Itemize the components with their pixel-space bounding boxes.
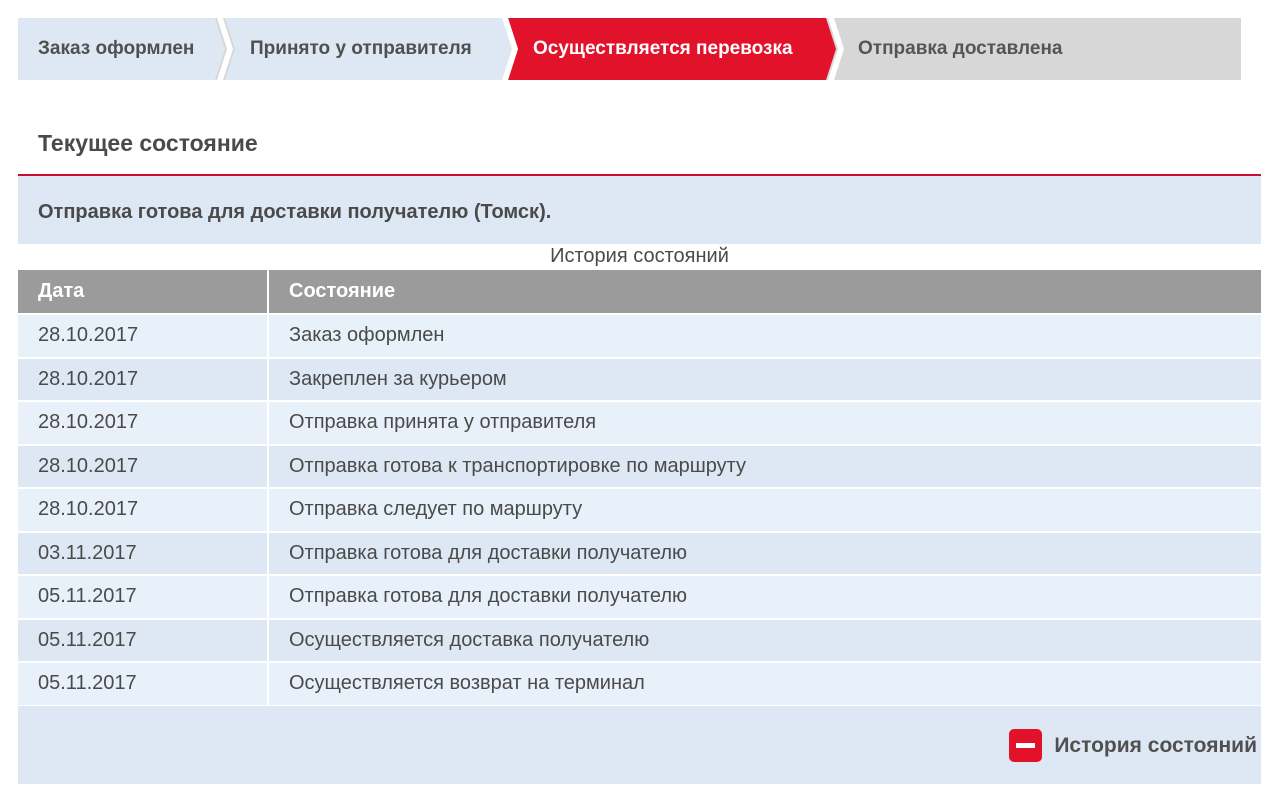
- row-date: 05.11.2017: [18, 619, 269, 661]
- table-row: 28.10.2017 Отправка принята у отправител…: [18, 402, 1261, 444]
- table-row: 28.10.2017 Заказ оформлен: [18, 315, 1261, 357]
- step-label: Заказ оформлен: [38, 38, 195, 59]
- row-date: 05.11.2017: [18, 576, 269, 618]
- step-delivered: Отправка доставлена: [834, 18, 1241, 80]
- table-row: 05.11.2017 Осуществляется доставка получ…: [18, 619, 1261, 661]
- current-state-box: Отправка готова для доставки получателю …: [18, 174, 1261, 244]
- step-order-placed: Заказ оформлен: [18, 18, 225, 80]
- history-table: Дата Состояние 28.10.2017 Заказ оформлен…: [18, 270, 1261, 705]
- row-state: Отправка готова для доставки получателю: [289, 541, 687, 564]
- row-state: Отправка принята у отправителя: [289, 411, 597, 434]
- step-label: Отправка доставлена: [858, 38, 1063, 59]
- current-state-title: Текущее состояние: [38, 130, 258, 156]
- minus-icon[interactable]: [1009, 729, 1043, 762]
- row-date: 03.11.2017: [18, 532, 269, 574]
- row-state: Отправка готова к транспортировке по мар…: [289, 454, 747, 477]
- row-state: Заказ оформлен: [289, 324, 445, 347]
- header-date: Дата: [18, 270, 269, 313]
- history-toggle-label[interactable]: История состояний: [1054, 734, 1257, 758]
- current-state-text: Отправка готова для доставки получателю …: [38, 201, 552, 223]
- row-state: Закреплен за курьером: [289, 367, 507, 390]
- row-date: 28.10.2017: [18, 358, 269, 400]
- table-row: 28.10.2017 Отправка следует по маршруту: [18, 489, 1261, 531]
- step-in-transit: Осуществляется перевозка: [508, 18, 836, 80]
- row-state: Осуществляется возврат на терминал: [289, 672, 645, 695]
- step-label: Осуществляется перевозка: [533, 38, 793, 59]
- step-label: Принято у отправителя: [250, 38, 472, 59]
- table-row: 28.10.2017 Отправка готова к транспортир…: [18, 445, 1261, 487]
- history-toggle-button[interactable]: История состояний: [1009, 729, 1257, 762]
- row-state: Отправка готова для доставки получателю: [289, 585, 687, 608]
- row-date: 28.10.2017: [18, 445, 269, 487]
- table-row: 03.11.2017 Отправка готова для доставки …: [18, 532, 1261, 574]
- row-state: Отправка следует по маршруту: [289, 498, 583, 521]
- history-footer: История состояний: [18, 706, 1261, 784]
- step-accepted-from-sender: Принято у отправителя: [225, 18, 515, 80]
- table-row: 28.10.2017 Закреплен за курьером: [18, 358, 1261, 400]
- row-date: 28.10.2017: [18, 402, 269, 444]
- header-state: Состояние: [289, 280, 396, 302]
- row-date: 28.10.2017: [18, 489, 269, 531]
- table-row: 05.11.2017 Отправка готова для доставки …: [18, 576, 1261, 618]
- history-caption: История состояний: [550, 245, 729, 267]
- row-date: 05.11.2017: [18, 663, 269, 705]
- progress-steps: Заказ оформлен Принято у отправителя Осу…: [18, 18, 1241, 80]
- row-date: 28.10.2017: [18, 315, 269, 357]
- row-state: Осуществляется доставка получателю: [289, 628, 650, 651]
- table-row: 05.11.2017 Осуществляется возврат на тер…: [18, 663, 1261, 705]
- table-header: Дата Состояние: [18, 270, 1261, 313]
